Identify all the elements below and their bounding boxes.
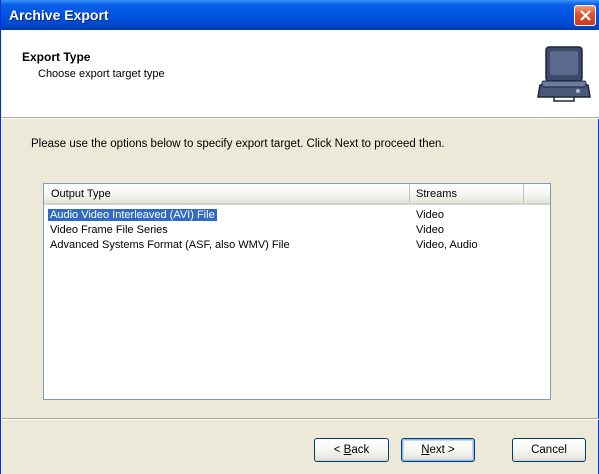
- streams-cell: Video, Audio: [416, 239, 478, 251]
- output-type-cell: Audio Video Interleaved (AVI) File: [48, 209, 217, 221]
- list-item-asf[interactable]: Advanced Systems Format (ASF, also WMV) …: [46, 238, 550, 253]
- column-header-output-type[interactable]: Output Type: [44, 184, 410, 203]
- page-subtitle: Choose export target type: [38, 68, 165, 80]
- output-type-cell: Video Frame File Series: [50, 224, 168, 236]
- list-item-avi[interactable]: Audio Video Interleaved (AVI) File Video: [46, 208, 550, 223]
- footer-separator: [2, 418, 599, 420]
- streams-cell: Video: [416, 209, 444, 221]
- next-label-rest: ext >: [429, 444, 455, 456]
- output-type-list[interactable]: Output Type Streams Audio Video Interlea…: [43, 183, 551, 400]
- next-button[interactable]: Next >: [401, 438, 475, 462]
- window-title: Archive Export: [9, 7, 109, 23]
- column-header-filler: [524, 184, 550, 203]
- column-header-streams[interactable]: Streams: [410, 184, 524, 203]
- header-separator: [2, 118, 599, 119]
- list-header: Output Type Streams: [44, 184, 550, 205]
- streams-cell: Video: [416, 224, 444, 236]
- instruction-text: Please use the options below to specify …: [31, 138, 445, 150]
- output-type-cell: Advanced Systems Format (ASF, also WMV) …: [50, 239, 290, 251]
- close-button[interactable]: [574, 5, 596, 26]
- back-prefix: <: [333, 444, 344, 456]
- archive-export-dialog: Archive Export Export Type Choose export…: [0, 0, 599, 474]
- export-device-icon: [537, 46, 591, 102]
- cancel-button[interactable]: Cancel: [512, 438, 586, 462]
- page-title: Export Type: [22, 50, 91, 64]
- next-mnemonic: N: [421, 444, 430, 456]
- back-label-rest: ack: [351, 444, 370, 456]
- title-bar[interactable]: Archive Export: [1, 0, 599, 30]
- close-icon: [580, 10, 591, 21]
- wizard-header: Export Type Choose export target type: [2, 30, 599, 118]
- list-item-frame-series[interactable]: Video Frame File Series Video: [46, 223, 550, 238]
- back-button[interactable]: < Back: [314, 438, 389, 462]
